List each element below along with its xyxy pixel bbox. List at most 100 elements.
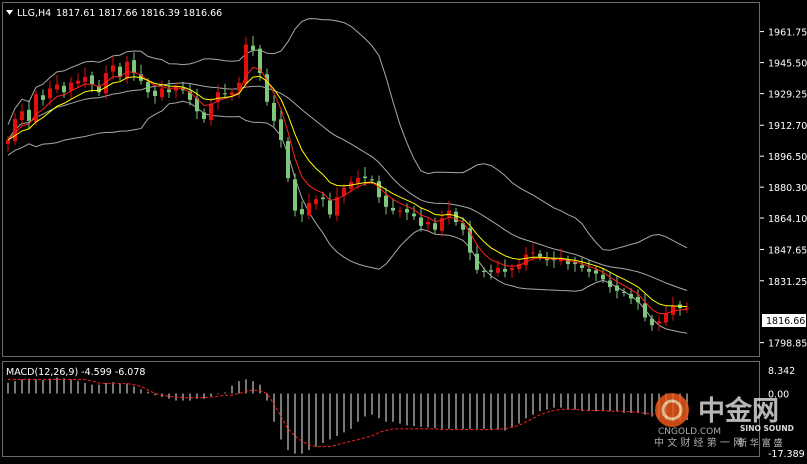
chart-canvas: 1961.75 1945.50 1929.25 1912.70 1896.50 1880.… (2, 2, 807, 460)
candle (76, 73, 80, 88)
candle (258, 44, 262, 81)
candle-body (293, 179, 297, 211)
candle-body (496, 267, 500, 273)
candle-body (573, 262, 577, 265)
candle (209, 97, 213, 126)
candle (433, 217, 437, 234)
candle-body (314, 199, 318, 205)
candle-body (286, 141, 290, 179)
ma-fast-line (7, 66, 688, 315)
candle (664, 306, 668, 327)
brand-domain: CNGOLD.COM (658, 427, 721, 437)
trading-chart: 1961.75 1945.50 1929.25 1912.70 1896.50 1880.… (0, 0, 807, 460)
candle-body (83, 76, 87, 82)
candle (118, 62, 122, 81)
candle (111, 55, 115, 80)
candle-body (34, 94, 38, 122)
candle-body (601, 274, 605, 280)
candle (293, 173, 297, 217)
candle-body (307, 202, 311, 216)
price-tick-label: 1912.70 (768, 121, 807, 132)
current-price-label: 1816.66 (766, 316, 805, 327)
candle-body (62, 85, 66, 93)
candle (279, 109, 283, 148)
header-dropdown-icon[interactable] (6, 10, 13, 15)
candle (174, 82, 178, 99)
candle (202, 108, 206, 123)
candle (13, 113, 17, 145)
candle (272, 95, 276, 127)
candle-body (146, 81, 150, 93)
candle-body (335, 197, 339, 216)
candle (671, 296, 675, 321)
candle (643, 293, 647, 322)
moving-averages (7, 66, 688, 315)
candle (41, 89, 45, 106)
candle-body (244, 44, 248, 84)
candle-body (538, 253, 542, 257)
candle (503, 259, 507, 278)
candle-body (279, 119, 283, 140)
candle-body (447, 210, 451, 217)
brand-name-cn: 中金网 (698, 395, 779, 427)
candle-body (223, 93, 227, 95)
candle-body (636, 296, 640, 303)
candle-body (664, 313, 668, 323)
candle-body (20, 111, 24, 121)
candle (286, 137, 290, 182)
bollinger-upper (7, 18, 688, 251)
candle (55, 75, 59, 94)
candle (335, 187, 339, 222)
candle-body (363, 176, 367, 179)
candle (153, 84, 157, 104)
candle-body (55, 84, 59, 90)
candle (538, 249, 542, 261)
ohlc-values: 1817.61 1817.66 1816.39 1816.66 (56, 8, 222, 19)
candle-body (153, 90, 157, 97)
candle-body (622, 291, 626, 293)
candle (307, 193, 311, 220)
candle (125, 55, 129, 84)
candle (678, 300, 682, 316)
candle-body (174, 86, 178, 91)
candle-body (202, 112, 206, 119)
candle (300, 201, 304, 223)
price-tick-label: 1798.85 (768, 339, 807, 350)
candle-body (370, 179, 374, 181)
candle-body (503, 269, 507, 272)
candle-body (251, 45, 255, 51)
candle-body (356, 178, 360, 184)
candle-body (531, 252, 535, 254)
candle-body (615, 285, 619, 291)
candle (69, 76, 73, 99)
candle (251, 36, 255, 56)
macd-signal (8, 378, 688, 448)
candle (573, 256, 577, 272)
price-tick-label: 1961.75 (768, 28, 807, 39)
symbol-timeframe: LLG,H4 (17, 8, 51, 19)
candle (419, 207, 423, 232)
candle-body (391, 207, 395, 211)
candle (90, 71, 94, 93)
ma-slow-line (7, 75, 688, 308)
price-tick-label: 1896.50 (768, 152, 807, 163)
candle-body (482, 270, 486, 272)
candle-body (405, 209, 409, 213)
candle-body (321, 197, 325, 200)
partner-sub-cn: 新 华 富 盛 (738, 437, 783, 449)
candle (685, 302, 689, 313)
macd-signal-line (8, 378, 688, 448)
candle-body (643, 303, 647, 318)
candle-body (685, 307, 689, 310)
candle-body (587, 269, 591, 272)
candle (160, 80, 164, 101)
candle-body (489, 270, 493, 272)
candle (475, 244, 479, 274)
candle (97, 79, 101, 97)
candle (440, 210, 444, 237)
price-tick-label: 1864.10 (768, 214, 807, 225)
candle-body (209, 103, 213, 121)
candle (398, 206, 402, 218)
candle-body (90, 75, 94, 85)
candle-body (125, 61, 129, 79)
